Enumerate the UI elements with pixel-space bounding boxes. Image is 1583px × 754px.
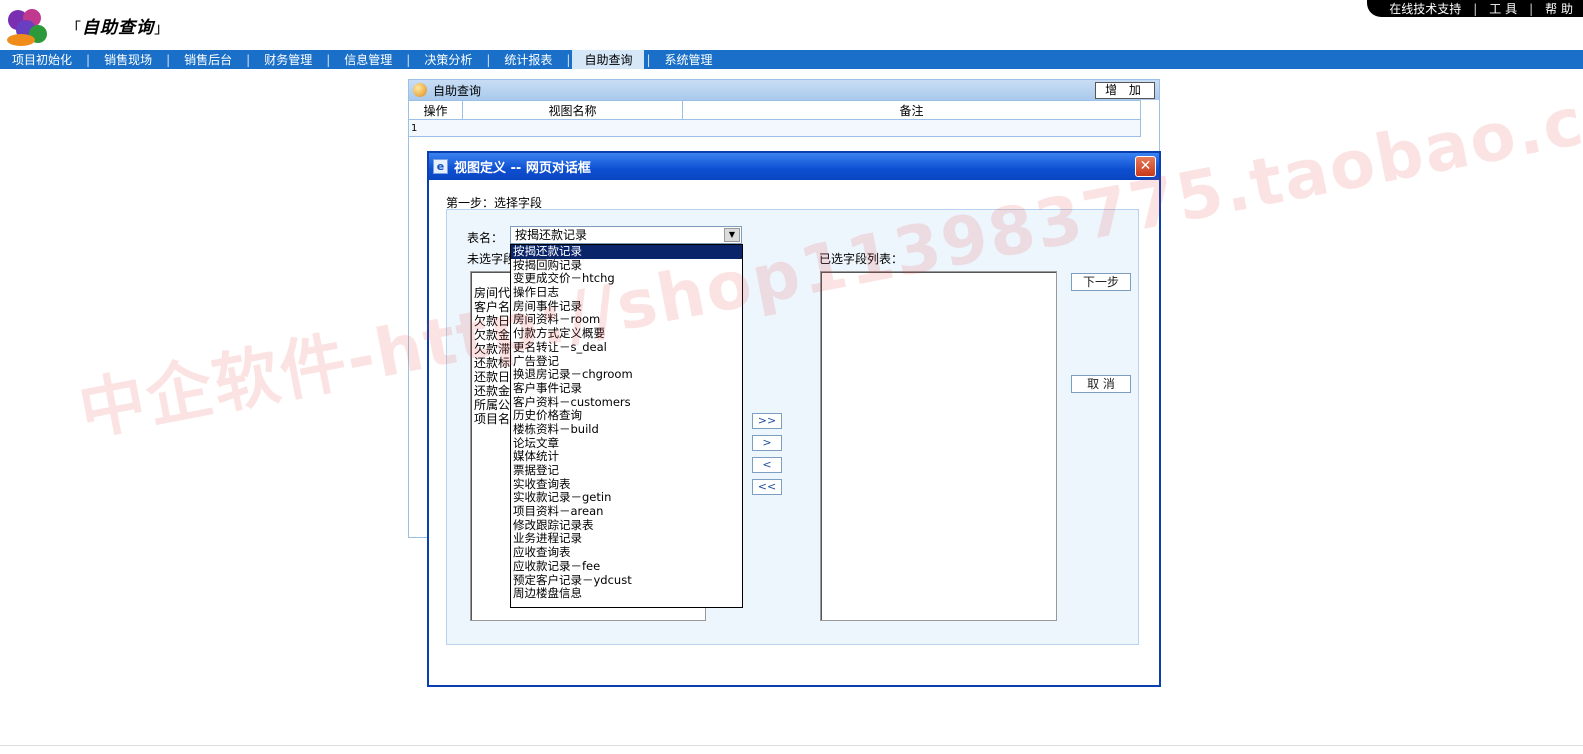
app-logo-icon [7,9,47,46]
nav-system[interactable]: 系统管理 [653,50,725,69]
nav-sales-backend[interactable]: 销售后台 [172,50,244,69]
dropdown-option[interactable]: 应收款记录－fee [511,559,742,574]
dropdown-arrow-icon[interactable]: ▼ [724,228,740,242]
table-select-value: 按揭还款记录 [515,228,588,242]
dropdown-option[interactable]: 媒体统计 [511,450,742,464]
table-dropdown-list[interactable]: 按揭还款记录 按揭回购记录 变更成交价－htchg 操作日志 房间事件记录 房间… [510,244,743,608]
table-row[interactable]: 1 [408,119,1141,137]
move-all-right-button[interactable]: >> [752,413,782,429]
selected-fields-label: 已选字段列表： [819,252,904,266]
dropdown-option[interactable]: 按揭回购记录 [511,258,742,273]
nav-sales-site[interactable]: 销售现场 [92,50,164,69]
dropdown-option[interactable]: 客户事件记录 [511,381,742,396]
dialog-titlebar[interactable]: e 视图定义 -- 网页对话框 [429,153,1159,180]
dropdown-option[interactable]: 操作日志 [511,285,742,300]
app-window: 「自助查询」 在线技术支持 | 工 具 | 帮 助 项目初始化 | 销售现场 |… [0,0,1583,754]
move-left-button[interactable]: < [752,457,782,473]
view-definition-dialog: e 视图定义 -- 网页对话框 ✕ 第一步：选择字段 表名： 未选字段 已选字段… [427,151,1161,687]
dropdown-option[interactable]: 周边楼盘信息 [511,586,742,601]
help-link[interactable]: 帮 助 [1545,0,1573,17]
dropdown-option[interactable]: 历史价格查询 [511,409,742,423]
dropdown-option[interactable]: 按揭还款记录 [511,244,742,259]
nav-finance[interactable]: 财务管理 [252,50,324,69]
close-icon[interactable]: ✕ [1135,156,1156,177]
dropdown-option[interactable]: 论坛文章 [511,436,742,451]
main-nav: 项目初始化 | 销售现场 | 销售后台 | 财务管理 | 信息管理 | 决策分析… [0,50,1583,69]
nav-info[interactable]: 信息管理 [332,50,404,69]
selected-fields-list[interactable] [820,271,1057,621]
tools-link[interactable]: 工 具 [1489,0,1517,17]
bottom-divider [0,745,1583,746]
table-select[interactable]: 按揭还款记录 ▼ [510,226,742,244]
table-name-label: 表名： [467,231,504,245]
dropdown-option[interactable]: 房间资料－room [511,313,742,327]
dialog-title: 视图定义 -- 网页对话框 [454,161,591,176]
panel-header: 自助查询 增 加 [409,80,1159,100]
unselected-fields-label: 未选字段 [467,252,516,266]
field-selection-area: 表名： 未选字段 已选字段列表： 房间代 客户名 欠款日 欠款金 欠款滞 还款标… [446,209,1139,645]
view-table: 操作 视图名称 备注 1 [408,100,1141,137]
cancel-button[interactable]: 取 消 [1071,375,1131,393]
dropdown-option[interactable]: 项目资料－arean [511,504,742,519]
dropdown-option[interactable]: 付款方式定义概要 [511,326,742,341]
dropdown-option[interactable]: 修改跟踪记录表 [511,518,742,533]
move-all-left-button[interactable]: << [752,479,782,495]
ie-page-icon: e [433,159,448,174]
dropdown-option[interactable]: 票据登记 [511,463,742,478]
col-remark: 备注 [682,100,1141,120]
dropdown-option[interactable]: 楼栋资料－build [511,422,742,437]
nav-reports[interactable]: 统计报表 [492,50,564,69]
nav-self-query[interactable]: 自助查询 [572,50,645,69]
tech-support-link[interactable]: 在线技术支持 [1389,0,1461,17]
dropdown-option[interactable]: 换退房记录－chgroom [511,367,742,382]
page-title: 「自助查询」 [66,18,171,38]
row-index: 1 [408,119,1141,137]
col-action: 操作 [408,100,463,120]
dropdown-option[interactable]: 变更成交价－htchg [511,272,742,286]
dropdown-option[interactable]: 应收查询表 [511,545,742,560]
dropdown-option[interactable]: 实收款记录－getin [511,491,742,505]
query-icon [413,83,427,97]
dropdown-option[interactable]: 客户资料－customers [511,395,742,410]
next-step-button[interactable]: 下一步 [1071,273,1131,291]
dropdown-option[interactable]: 实收查询表 [511,477,742,492]
add-button[interactable]: 增 加 [1095,82,1155,99]
nav-project-init[interactable]: 项目初始化 [0,50,84,69]
nav-decision[interactable]: 决策分析 [412,50,484,69]
col-view-name: 视图名称 [462,100,683,120]
panel-title: 自助查询 [433,83,482,98]
dropdown-option[interactable]: 预定客户记录－ydcust [511,573,742,588]
dropdown-option[interactable]: 业务进程记录 [511,532,742,546]
dropdown-option[interactable]: 房间事件记录 [511,299,742,314]
top-links-bar: 在线技术支持 | 工 具 | 帮 助 [1367,0,1583,17]
move-right-button[interactable]: > [752,435,782,451]
dropdown-option[interactable]: 广告登记 [511,354,742,369]
dropdown-option[interactable]: 更名转让－s_deal [511,340,742,355]
